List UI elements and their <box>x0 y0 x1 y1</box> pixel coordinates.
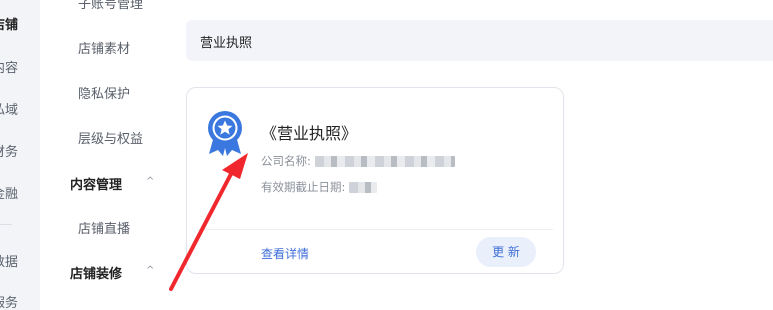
card-divider <box>197 229 553 230</box>
secondary-sidebar: 子账号管理 店铺素材 隐私保护 层级与权益 内容管理 ^ 店铺直播 店铺装修 ^ <box>40 0 170 310</box>
rail-item-data[interactable]: 数据 <box>0 251 18 270</box>
sidebar-item-store-assets[interactable]: 店铺素材 <box>78 38 130 57</box>
sidebar-group-store-decoration[interactable]: 店铺装修 <box>70 263 122 282</box>
redacted-company-name <box>314 156 455 167</box>
company-name-label: 公司名称: <box>261 154 311 168</box>
update-button[interactable]: 更 新 <box>476 237 536 267</box>
sidebar-group-content-management[interactable]: 内容管理 <box>70 174 122 193</box>
primary-nav-rail: 店铺 内容 私域 财务 金融 数据 服务 <box>0 0 40 310</box>
rail-item-service[interactable]: 服务 <box>0 292 18 310</box>
rail-item-private-domain[interactable]: 私域 <box>0 99 18 118</box>
rail-item-banking[interactable]: 金融 <box>0 183 18 202</box>
rail-item-finance[interactable]: 财务 <box>0 141 18 160</box>
rail-divider <box>0 224 12 225</box>
page: 店铺 内容 私域 财务 金融 数据 服务 子账号管理 店铺素材 隐私保护 层级与… <box>0 0 773 310</box>
business-license-card: 《营业执照》 公司名称: 有效期截止日期: 查看详情 更 新 <box>186 87 564 274</box>
redacted-validity-date <box>349 182 378 193</box>
validity-date-field: 有效期截止日期: <box>261 179 378 195</box>
sidebar-item-live-stream[interactable]: 店铺直播 <box>78 218 130 237</box>
license-badge-icon <box>208 111 242 156</box>
main-content: 营业执照 《营业执照》 公司名称: 有效期截止日期: 查看详情 更 新 <box>170 0 773 310</box>
chevron-up-icon[interactable]: ^ <box>146 265 154 276</box>
view-details-link[interactable]: 查看详情 <box>261 245 309 262</box>
sidebar-item-tier-benefits[interactable]: 层级与权益 <box>78 128 143 147</box>
chevron-up-icon[interactable]: ^ <box>146 176 154 187</box>
sidebar-item-sub-accounts[interactable]: 子账号管理 <box>78 0 143 12</box>
rail-item-store[interactable]: 店铺 <box>0 14 18 33</box>
section-title: 营业执照 <box>200 36 253 51</box>
section-header: 营业执照 <box>186 20 773 61</box>
rail-item-content[interactable]: 内容 <box>0 57 18 76</box>
validity-date-label: 有效期截止日期: <box>261 180 346 194</box>
card-title: 《营业执照》 <box>261 124 358 143</box>
sidebar-item-privacy[interactable]: 隐私保护 <box>78 83 130 102</box>
company-name-field: 公司名称: <box>261 153 455 169</box>
